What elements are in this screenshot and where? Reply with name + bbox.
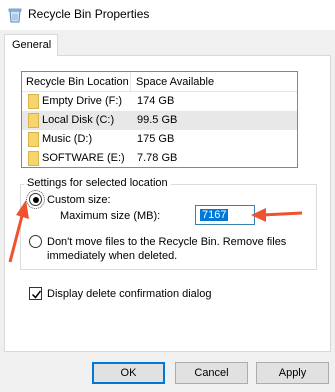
custom-size-label[interactable]: Custom size: — [47, 194, 111, 206]
apply-button[interactable]: Apply — [256, 362, 329, 384]
drive-space: 7.78 GB — [137, 152, 178, 164]
drive-name: Empty Drive (F:) — [42, 95, 123, 107]
list-item[interactable]: SOFTWARE (E:) 7.78 GB — [22, 149, 297, 168]
column-header-space[interactable]: Space Available — [136, 76, 214, 88]
list-item[interactable]: Empty Drive (F:) 174 GB — [22, 92, 297, 111]
drive-name: SOFTWARE (E:) — [42, 152, 125, 164]
tab-general[interactable]: General — [4, 34, 58, 56]
custom-size-radio[interactable] — [29, 193, 42, 206]
drive-icon — [28, 151, 39, 166]
max-size-label: Maximum size (MB): — [60, 210, 161, 222]
checkmark-icon — [31, 290, 42, 299]
recycle-bin-icon — [8, 8, 22, 23]
confirm-dialog-label[interactable]: Display delete confirmation dialog — [47, 288, 211, 300]
drive-icon — [28, 94, 39, 109]
settings-group-title: Settings for selected location — [24, 177, 171, 189]
drive-name: Music (D:) — [42, 133, 93, 145]
drive-name: Local Disk (C:) — [42, 114, 115, 126]
list-item[interactable]: Music (D:) 175 GB — [22, 130, 297, 149]
list-item[interactable]: Local Disk (C:) 99.5 GB — [22, 111, 297, 130]
drive-space: 174 GB — [137, 95, 175, 107]
column-header-location[interactable]: Recycle Bin Location — [26, 76, 129, 88]
max-size-value: 7167 — [200, 209, 229, 221]
column-separator[interactable] — [130, 72, 131, 91]
drive-icon — [28, 113, 39, 128]
dont-move-label[interactable]: Don't move files to the Recycle Bin. Rem… — [47, 236, 286, 248]
drive-space: 99.5 GB — [137, 114, 178, 126]
list-header: Recycle Bin Location Space Available — [22, 72, 297, 92]
max-size-input[interactable]: 7167 — [195, 205, 255, 225]
window-title: Recycle Bin Properties — [28, 7, 150, 21]
title-bar: Recycle Bin Properties — [0, 0, 335, 30]
ok-button[interactable]: OK — [92, 362, 165, 384]
recycle-bin-location-list[interactable]: Recycle Bin Location Space Available Emp… — [21, 71, 298, 168]
drive-space: 175 GB — [137, 133, 175, 145]
dont-move-radio[interactable] — [29, 235, 42, 248]
confirm-dialog-checkbox[interactable] — [29, 287, 42, 300]
drive-icon — [28, 132, 39, 147]
dont-move-label-continued[interactable]: immediately when deleted. — [47, 250, 177, 262]
cancel-button[interactable]: Cancel — [175, 362, 248, 384]
